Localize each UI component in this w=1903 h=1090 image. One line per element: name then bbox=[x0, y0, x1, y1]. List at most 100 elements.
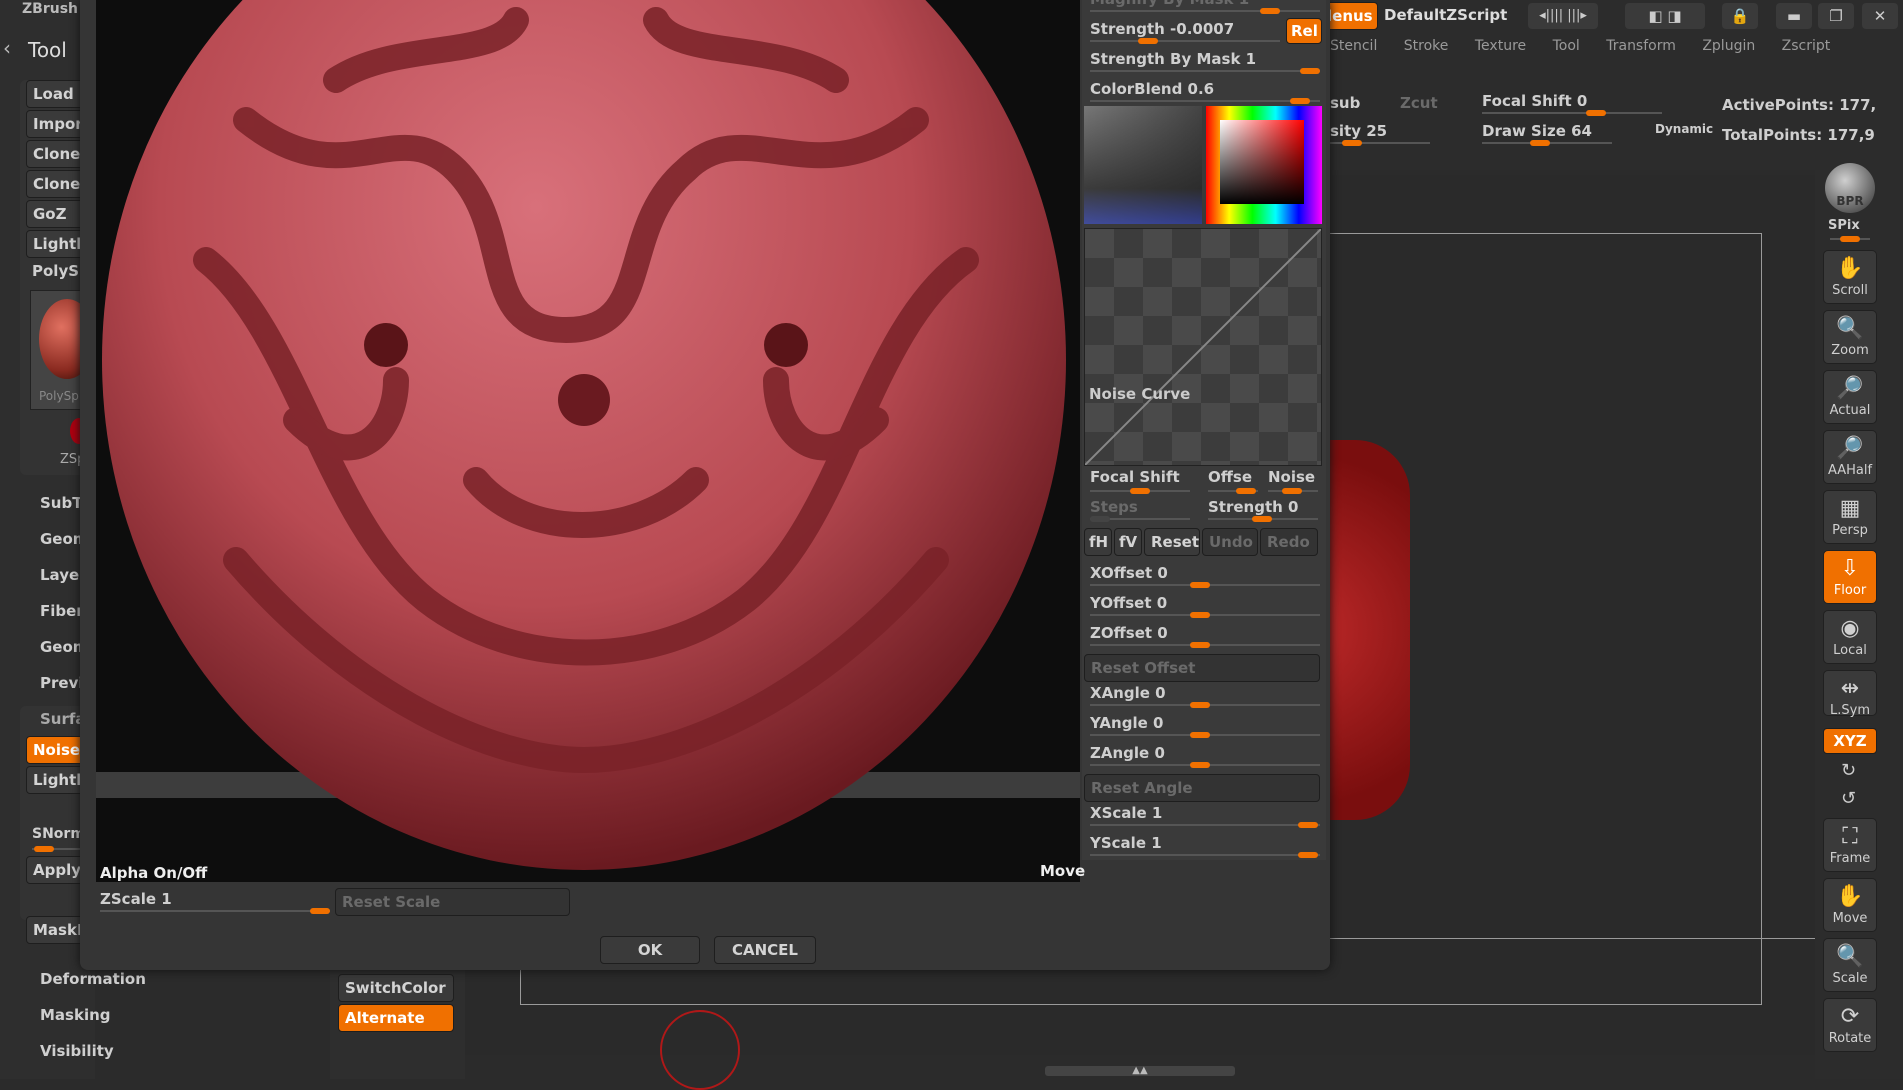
intensity-slider[interactable] bbox=[1330, 140, 1430, 146]
fibermesh-section[interactable]: Fiber bbox=[40, 602, 84, 620]
scroll-button[interactable]: ✋ Scroll bbox=[1823, 250, 1877, 304]
subtool-section[interactable]: SubT bbox=[40, 494, 82, 512]
draw-size-slider[interactable] bbox=[1482, 140, 1612, 146]
dynamic-toggle[interactable]: Dynamic bbox=[1655, 122, 1713, 136]
curve-undo-button[interactable]: Undo bbox=[1202, 528, 1258, 556]
xyz-button[interactable]: XYZ bbox=[1823, 728, 1877, 754]
rotate-button[interactable]: ⟳ Rotate bbox=[1823, 998, 1877, 1052]
palette-toggle-icons[interactable]: ◂|||| |||▸ bbox=[1528, 3, 1598, 29]
reset-offset-button[interactable]: Reset Offset bbox=[1084, 654, 1320, 682]
menu-transform[interactable]: Transform bbox=[1606, 38, 1676, 54]
menu-stroke[interactable]: Stroke bbox=[1404, 38, 1449, 54]
maskbynoise-button[interactable]: MaskB bbox=[26, 916, 86, 944]
menu-tool[interactable]: Tool bbox=[1553, 38, 1580, 54]
menu-zplugin[interactable]: Zplugin bbox=[1702, 38, 1755, 54]
zangle-slider[interactable] bbox=[1090, 762, 1320, 768]
surface-section[interactable]: Surfa bbox=[40, 710, 86, 728]
yscale-slider[interactable] bbox=[1090, 852, 1320, 858]
flip-v-button[interactable]: fV bbox=[1114, 528, 1142, 556]
deformation-section[interactable]: Deformation bbox=[40, 970, 146, 988]
noise-curve-editor[interactable]: Noise Curve bbox=[1084, 228, 1322, 466]
move-preview-label[interactable]: Move bbox=[1040, 862, 1085, 880]
xoffset-slider[interactable] bbox=[1090, 582, 1320, 588]
rel-button[interactable]: Rel bbox=[1286, 18, 1322, 44]
yangle-slider[interactable] bbox=[1090, 732, 1320, 738]
steps-slider[interactable] bbox=[1090, 516, 1190, 522]
noise-button[interactable]: Noise bbox=[26, 736, 86, 764]
curve-offset-slider[interactable] bbox=[1208, 488, 1258, 494]
layout-icons[interactable]: ◧ ◨ bbox=[1625, 3, 1705, 29]
clone-button-2[interactable]: Clone bbox=[26, 170, 86, 198]
cancel-button[interactable]: CANCEL bbox=[714, 936, 816, 964]
strength-slider[interactable] bbox=[1090, 38, 1280, 44]
import-button[interactable]: Impor bbox=[26, 110, 86, 138]
actual-button[interactable]: 🔎 Actual bbox=[1823, 370, 1877, 424]
lock-icon[interactable]: 🔒 bbox=[1722, 3, 1758, 29]
curve-redo-button[interactable]: Redo bbox=[1260, 528, 1318, 556]
lsym-button[interactable]: ⇹ L.Sym bbox=[1823, 670, 1877, 718]
zcut-button[interactable]: Zcut bbox=[1400, 94, 1438, 112]
minimize-icon[interactable]: ▬ bbox=[1776, 3, 1812, 29]
zoffset-slider[interactable] bbox=[1090, 642, 1320, 648]
switchcolor-button[interactable]: SwitchColor bbox=[338, 974, 454, 1002]
reset-scale-button[interactable]: Reset Scale bbox=[335, 888, 570, 916]
persp-button[interactable]: ▦ Persp bbox=[1823, 490, 1877, 544]
curve-strength-slider[interactable] bbox=[1208, 516, 1318, 522]
color-swatch-2[interactable] bbox=[1206, 106, 1322, 224]
magnify-by-mask[interactable]: Magnify By Mask 1 bbox=[1090, 0, 1249, 8]
rotate-z-icon[interactable]: ↺ bbox=[1841, 788, 1856, 809]
xangle-slider[interactable] bbox=[1090, 702, 1320, 708]
actual-label: Actual bbox=[1829, 403, 1871, 418]
default-zscript[interactable]: DefaultZScript bbox=[1384, 6, 1507, 24]
masking-section[interactable]: Masking bbox=[40, 1006, 111, 1024]
visibility-section[interactable]: Visibility bbox=[40, 1042, 114, 1060]
floor-button[interactable]: ⇩ Floor bbox=[1823, 550, 1877, 604]
flip-h-button[interactable]: fH bbox=[1084, 528, 1112, 556]
spix-slider[interactable] bbox=[1830, 236, 1870, 242]
clone-button[interactable]: Clone bbox=[26, 140, 86, 168]
back-arrow-icon[interactable]: ‹ bbox=[3, 36, 11, 60]
yoffset-slider[interactable] bbox=[1090, 612, 1320, 618]
restore-icon[interactable]: ❐ bbox=[1818, 3, 1854, 29]
preview-section[interactable]: Previ bbox=[40, 674, 83, 692]
alternate-button[interactable]: Alternate bbox=[338, 1004, 454, 1032]
zscale-slider[interactable] bbox=[100, 908, 330, 914]
zoom-button[interactable]: 🔍 Zoom bbox=[1823, 310, 1877, 364]
bpr-button[interactable]: BPR bbox=[1825, 163, 1875, 213]
bottom-shelf-toggle[interactable]: ▲▲ bbox=[1045, 1066, 1235, 1076]
lightbox-surface-button[interactable]: Lightb bbox=[26, 766, 86, 794]
scale-button[interactable]: 🔍 Scale bbox=[1823, 938, 1877, 992]
lightbox-button[interactable]: Lightb bbox=[26, 230, 86, 258]
zsub-button[interactable]: sub bbox=[1330, 94, 1360, 112]
noise-preview[interactable] bbox=[96, 0, 1080, 882]
local-button[interactable]: ◉ Local bbox=[1823, 610, 1877, 664]
menu-stencil[interactable]: Stencil bbox=[1330, 38, 1377, 54]
aahalf-button[interactable]: 🔎 AAHalf bbox=[1823, 430, 1877, 484]
apply-button[interactable]: Apply bbox=[26, 856, 86, 884]
curve-focal-shift-label: Focal Shift bbox=[1090, 468, 1180, 486]
persp-label: Persp bbox=[1832, 523, 1868, 538]
strength-by-mask-slider[interactable] bbox=[1090, 68, 1320, 74]
load-tool-button[interactable]: Load bbox=[26, 80, 86, 108]
color-swatch-1[interactable] bbox=[1084, 106, 1202, 224]
focal-shift-slider[interactable] bbox=[1482, 110, 1662, 116]
rotate-y-icon[interactable]: ↻ bbox=[1841, 760, 1856, 781]
menu-texture[interactable]: Texture bbox=[1475, 38, 1526, 54]
xscale-slider[interactable] bbox=[1090, 822, 1320, 828]
ok-button[interactable]: OK bbox=[600, 936, 700, 964]
alpha-toggle[interactable]: Alpha On/Off bbox=[100, 864, 207, 882]
magnify-slider[interactable] bbox=[1090, 8, 1320, 14]
thumb-label: PolySp bbox=[39, 389, 79, 403]
curve-reset-button[interactable]: Reset bbox=[1144, 528, 1200, 556]
menu-zscript[interactable]: Zscript bbox=[1782, 38, 1831, 54]
goz-button[interactable]: GoZ bbox=[26, 200, 86, 228]
move-button[interactable]: ✋ Move bbox=[1823, 878, 1877, 932]
menus-button[interactable]: lenus bbox=[1322, 2, 1378, 30]
curve-noise-slider[interactable] bbox=[1268, 488, 1318, 494]
palette-title[interactable]: Tool bbox=[28, 38, 67, 62]
colorblend-slider[interactable] bbox=[1090, 98, 1320, 104]
frame-button[interactable]: ⛶ Frame bbox=[1823, 818, 1877, 872]
curve-focal-shift-slider[interactable] bbox=[1090, 488, 1190, 494]
reset-angle-button[interactable]: Reset Angle bbox=[1084, 774, 1320, 802]
close-icon[interactable]: ✕ bbox=[1862, 3, 1898, 29]
